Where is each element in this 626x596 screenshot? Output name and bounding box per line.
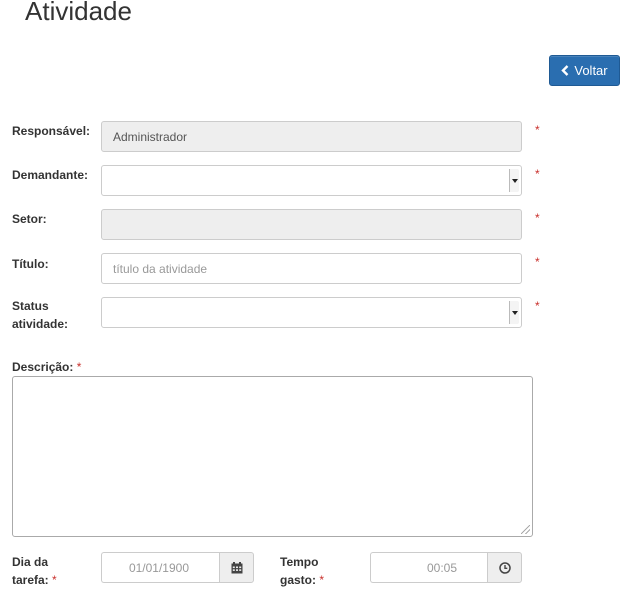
chevron-down-icon [509, 169, 519, 192]
responsavel-label: Responsável: [12, 124, 91, 138]
required-marker: * [52, 573, 57, 587]
status-label: Status atividade: [12, 297, 68, 333]
responsavel-field: Administrador [101, 121, 522, 152]
clock-button[interactable] [487, 552, 522, 583]
required-marker: * [535, 255, 540, 269]
demandante-label: Demandante: [12, 168, 89, 182]
required-marker: * [319, 573, 325, 587]
setor-field [101, 209, 522, 240]
status-label-line1: Status [12, 299, 49, 313]
dia-label: Dia da tarefa: * [12, 553, 57, 589]
tempo-input[interactable]: 00:05 [370, 552, 487, 583]
page-title: Atividade [25, 0, 132, 26]
tempo-label-line2-wrap: gasto: * [280, 571, 324, 589]
clock-icon [498, 561, 511, 574]
tempo-label-line1: Tempo [280, 555, 319, 569]
dia-label-line2-wrap: tarefa: * [12, 571, 57, 589]
chevron-down-icon [509, 301, 519, 324]
descricao-label: Descrição: * [12, 358, 81, 376]
descricao-textarea[interactable] [12, 376, 533, 537]
resize-grip-icon[interactable] [521, 525, 530, 534]
back-button-label: Voltar [574, 63, 608, 78]
setor-label: Setor: [12, 212, 47, 226]
descricao-label-text: Descrição: [12, 360, 74, 374]
titulo-label: Título: [12, 257, 49, 271]
titulo-input[interactable]: título da atividade [101, 253, 522, 284]
status-select[interactable] [101, 297, 522, 328]
required-marker: * [76, 360, 82, 374]
status-label-line2: atividade: [12, 317, 69, 331]
calendar-icon [231, 561, 242, 573]
tempo-label-line2: gasto: [280, 573, 316, 587]
required-marker: * [535, 167, 540, 181]
required-marker: * [535, 211, 540, 225]
demandante-select[interactable] [101, 165, 522, 196]
required-marker: * [535, 299, 540, 313]
dia-input[interactable]: 01/01/1900 [101, 552, 219, 583]
dia-input-group: 01/01/1900 [101, 552, 254, 583]
chevron-left-icon [561, 65, 569, 76]
calendar-button[interactable] [219, 552, 254, 583]
tempo-label: Tempo gasto: * [280, 553, 324, 589]
dia-label-line1: Dia da [12, 555, 49, 569]
dia-label-line2: tarefa: [12, 573, 49, 587]
back-button[interactable]: Voltar [549, 55, 620, 86]
tempo-input-group: 00:05 [370, 552, 522, 583]
required-marker: * [535, 123, 540, 137]
